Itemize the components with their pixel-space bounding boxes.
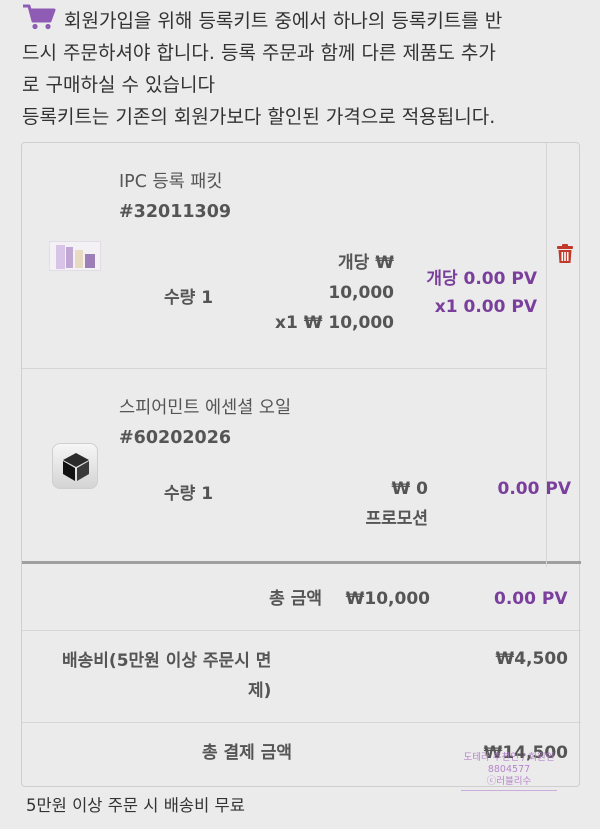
total-row: 총 금액 ₩10,000 0.00 PV [22, 567, 581, 631]
notice-line-4: 등록키트는 기존의 회원가보다 할인된 가격으로 적용됩니다. [22, 106, 496, 128]
product-code: #32011309 [119, 202, 232, 222]
box-icon [63, 453, 89, 481]
ipc-packet-image-icon [56, 245, 95, 269]
watermark: 도테라 추천인 / 회원인 8804577 ⓒ러블리수 [460, 752, 558, 802]
watermark-line-1: 도테라 추천인 / 회원인 [463, 752, 555, 763]
cart-icon [23, 4, 56, 30]
registration-notice: 회원가입을 위해 등록키트 중에서 하나의 등록키트를 반 드시 주문하셔야 합… [22, 4, 587, 133]
product-name: 스피어민트 에센셜 오일 [119, 398, 292, 418]
unit-price-value: 10,000 [328, 283, 394, 303]
line-total: x1 ₩ 10,000 [275, 313, 394, 333]
order-summary-card: IPC 등록 패킷 #32011309 수량 1 개당 ₩ 10,000 x1 … [21, 142, 581, 787]
product-code: #60202026 [119, 428, 232, 448]
unit-pv: 개당 0.00 PV [426, 269, 537, 289]
shipping-value: ₩4,500 [495, 649, 568, 669]
watermark-underline [461, 790, 557, 791]
quantity-label[interactable]: 수량 1 [164, 479, 213, 504]
payment-label: 총 결제 금액 [201, 743, 292, 763]
notice-line-1: 회원가입을 위해 등록키트 중에서 하나의 등록키트를 반 [64, 10, 503, 32]
item-pv: 0.00 PV [497, 479, 571, 499]
product-name: IPC 등록 패킷 [119, 172, 223, 192]
line-pv: x1 0.00 PV [434, 297, 537, 317]
total-pv: 0.00 PV [494, 589, 568, 609]
unit-price-label: 개당 ₩ [338, 253, 394, 273]
item-price: ₩ 0 [391, 479, 429, 499]
cart-item: IPC 등록 패킷 #32011309 수량 1 개당 ₩ 10,000 x1 … [22, 143, 547, 369]
trash-icon[interactable] [556, 244, 574, 264]
notice-line-3: 로 구매하실 수 있습니다 [22, 74, 215, 96]
notice-line-2: 드시 주문하셔야 합니다. 등록 주문과 함께 다른 제품도 추가 [22, 42, 496, 64]
shipping-label: 배송비(5만원 이상 주문시 면 제) [42, 647, 324, 705]
shipping-label-line-1: 배송비(5만원 이상 주문시 면 [62, 651, 272, 671]
watermark-line-2: 8804577 [487, 764, 531, 775]
cart-item: 스피어민트 에센셜 오일 #60202026 수량 1 ₩ 0 프로모션 0.0… [22, 369, 581, 564]
free-shipping-note: 5만원 이상 주문 시 배송비 무료 [26, 796, 245, 815]
promotion-label: 프로모션 [365, 509, 428, 529]
column-divider [546, 143, 547, 567]
total-value: ₩10,000 [345, 589, 430, 609]
shipping-label-line-2: 제) [248, 681, 272, 701]
product-thumbnail[interactable] [52, 443, 98, 489]
watermark-line-3: ⓒ러블리수 [486, 776, 532, 787]
product-thumbnail[interactable] [49, 241, 101, 271]
total-label: 총 금액 [269, 589, 322, 609]
shipping-row: 배송비(5만원 이상 주문시 면 제) ₩4,500 [22, 631, 581, 723]
quantity-label[interactable]: 수량 1 [164, 283, 213, 308]
